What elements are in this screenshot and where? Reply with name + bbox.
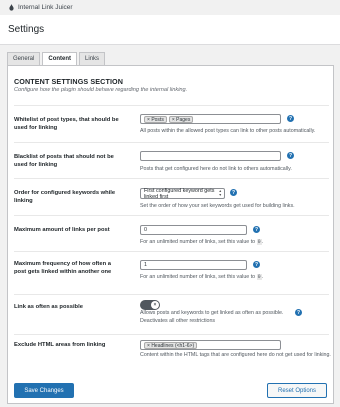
- max-links-help-icon[interactable]: ?: [253, 226, 260, 233]
- whitelist-label: Whitelist of post types, that should be …: [14, 117, 119, 131]
- exclude-html-label: Exclude HTML areas from linking: [14, 342, 106, 348]
- max-frequency-description: For an unlimited number of links, set th…: [140, 274, 263, 280]
- tab-links[interactable]: Links: [79, 52, 106, 66]
- toggle-off-icon: ×: [151, 301, 159, 309]
- max-frequency-help-icon[interactable]: ?: [253, 261, 260, 268]
- select-arrows-icon: ▲ ▼: [218, 189, 222, 197]
- settings-tabs: General Content Links: [7, 52, 107, 66]
- order-label: Order for configured keywords while link…: [14, 190, 116, 204]
- exclude-html-select[interactable]: × Headlines (<h1-6>): [140, 340, 281, 350]
- max-frequency-label: Maximum frequency of how often a post ge…: [14, 261, 112, 275]
- page-header: Settings: [0, 15, 340, 45]
- reset-options-button[interactable]: Reset Options: [267, 383, 327, 398]
- blacklist-description: Posts that get configured here do not li…: [140, 166, 292, 172]
- blacklist-help-icon[interactable]: ?: [287, 152, 294, 159]
- max-links-description: For an unlimited number of links, set th…: [140, 239, 263, 245]
- whitelist-row: Whitelist of post types, that should be …: [14, 105, 329, 142]
- link-often-label: Link as often as possible: [14, 304, 83, 310]
- link-often-description-2: Deactivates all other restrictions: [140, 318, 216, 324]
- whitelist-chip[interactable]: × Posts: [144, 115, 167, 123]
- plugin-name: Internal Link Juicer: [18, 4, 73, 11]
- max-links-row: Maximum amount of links per post 0 ? For…: [14, 215, 329, 251]
- max-links-label: Maximum amount of links per post: [14, 227, 110, 233]
- order-selected: First configured keyword gets linked fir…: [144, 187, 215, 200]
- chip-label: Headlines (<h1-6>): [151, 342, 195, 349]
- blacklist-row: Blacklist of posts that should not be us…: [14, 142, 329, 178]
- plugin-bar: Internal Link Juicer: [0, 0, 340, 15]
- order-description: Set the order of how your set keywords g…: [140, 203, 295, 209]
- settings-panel: CONTENT SETTINGS SECTION Configure how t…: [7, 65, 334, 404]
- section-subtitle: Configure how the plugin should behave r…: [14, 87, 188, 93]
- max-frequency-row: Maximum frequency of how often a post ge…: [14, 251, 329, 294]
- max-frequency-input[interactable]: 1: [140, 260, 247, 270]
- max-links-desc-suffix: .: [261, 239, 264, 245]
- exclude-html-description: Content within the HTML tags that are co…: [140, 352, 331, 358]
- tab-content[interactable]: Content: [42, 52, 78, 66]
- order-row: Order for configured keywords while link…: [14, 178, 329, 215]
- link-often-help-icon[interactable]: ?: [295, 309, 302, 316]
- link-often-description: Allows posts and keywords to get linked …: [140, 310, 284, 316]
- max-frequency-desc-text: For an unlimited number of links, set th…: [140, 274, 256, 280]
- whitelist-chip[interactable]: × Pages: [168, 115, 194, 123]
- max-links-input[interactable]: 0: [140, 225, 247, 235]
- tab-general[interactable]: General: [7, 52, 41, 66]
- max-frequency-desc-suffix: .: [261, 274, 264, 280]
- save-changes-button[interactable]: Save Changes: [14, 383, 74, 398]
- whitelist-description: All posts within the allowed post types …: [140, 128, 316, 134]
- page-title: Settings: [8, 24, 45, 35]
- section-title: CONTENT SETTINGS SECTION: [14, 77, 124, 86]
- exclude-html-chip[interactable]: × Headlines (<h1-6>): [144, 341, 198, 349]
- chip-label: Pages: [176, 116, 191, 123]
- chip-label: Posts: [151, 116, 164, 123]
- blacklist-input[interactable]: [140, 151, 281, 161]
- plugin-logo-icon: [9, 4, 14, 11]
- whitelist-select[interactable]: × Posts × Pages: [140, 114, 281, 124]
- link-often-toggle[interactable]: ×: [140, 300, 160, 310]
- exclude-html-row: Exclude HTML areas from linking × Headli…: [14, 334, 331, 370]
- max-links-value: 0: [144, 227, 147, 233]
- max-frequency-value: 1: [144, 262, 147, 268]
- order-help-icon[interactable]: ?: [230, 189, 237, 196]
- blacklist-label: Blacklist of posts that should not be us…: [14, 154, 114, 168]
- link-often-row: Link as often as possible × Allows posts…: [14, 294, 329, 334]
- max-links-desc-text: For an unlimited number of links, set th…: [140, 239, 256, 245]
- order-select[interactable]: First configured keyword gets linked fir…: [140, 187, 225, 200]
- whitelist-help-icon[interactable]: ?: [287, 115, 294, 122]
